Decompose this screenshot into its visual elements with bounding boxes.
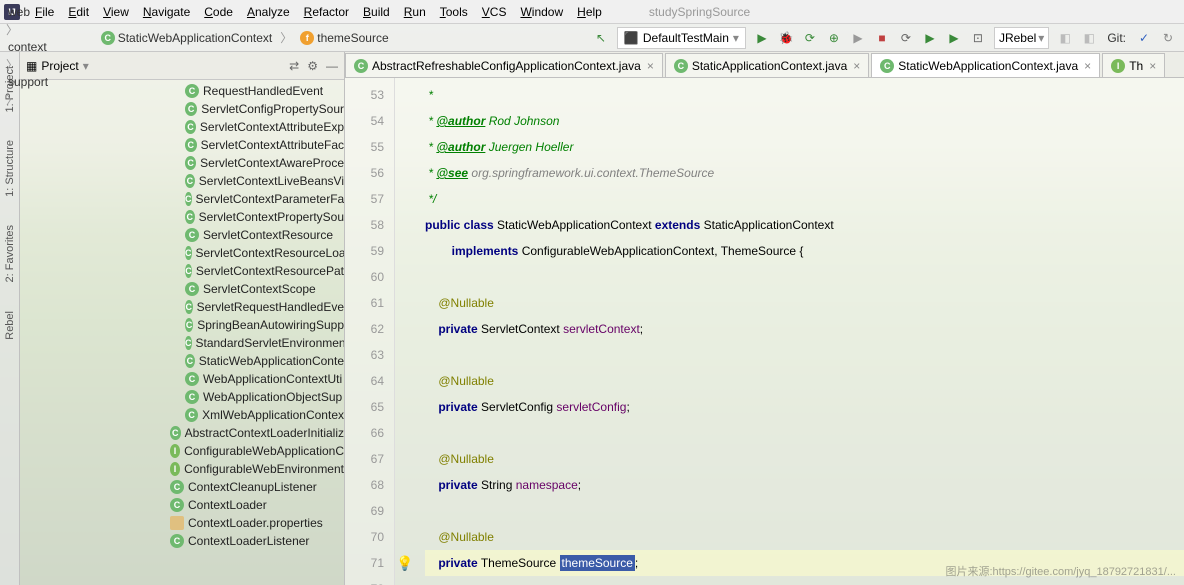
jr4-icon[interactable]: ⊡: [967, 27, 989, 49]
attach-icon[interactable]: ▶: [847, 27, 869, 49]
tree-item[interactable]: CStandardServletEnvironmen: [20, 334, 344, 352]
git-label: Git:: [1107, 31, 1126, 45]
editor: CAbstractRefreshableConfigApplicationCon…: [345, 52, 1184, 585]
breadcrumb-item[interactable]: web: [4, 3, 95, 21]
tree-item[interactable]: CContextLoader: [20, 496, 344, 514]
code-content[interactable]: * * @author Rod Johnson * @author Juerge…: [415, 78, 1184, 585]
breadcrumb-field[interactable]: fthemeSource: [296, 29, 392, 47]
toolbar: pringframework〉web〉context〉support〉 CSta…: [0, 24, 1184, 52]
breadcrumb-item[interactable]: support: [4, 73, 95, 91]
tree-item[interactable]: CServletContextAttributeFac: [20, 136, 344, 154]
editor-tab[interactable]: CStaticWebApplicationContext.java×: [871, 53, 1100, 77]
breadcrumb: pringframework〉web〉context〉support〉 CSta…: [4, 0, 393, 108]
breadcrumb-class[interactable]: CStaticWebApplicationContext: [97, 29, 277, 47]
git-commit-icon[interactable]: ↻: [1157, 27, 1179, 49]
close-icon[interactable]: ×: [853, 59, 860, 73]
tree-item[interactable]: CServletContextScope: [20, 280, 344, 298]
menu-tools[interactable]: Tools: [433, 3, 475, 21]
stop-icon[interactable]: ■: [871, 27, 893, 49]
tree-item[interactable]: CServletContextAwareProce: [20, 154, 344, 172]
back-icon[interactable]: ↖: [590, 27, 612, 49]
menu-window[interactable]: Window: [513, 3, 570, 21]
tool-tab[interactable]: 2: Favorites: [2, 221, 18, 286]
project-tree[interactable]: CRequestHandledEventCServletConfigProper…: [20, 80, 344, 585]
tree-item[interactable]: CServletContextPropertySou: [20, 208, 344, 226]
project-sidebar: ▦ Project ▾ ⇄ ⚙ — CRequestHandledEventCS…: [20, 52, 345, 585]
menu-vcs[interactable]: VCS: [475, 3, 514, 21]
tree-item[interactable]: IConfigurableWebEnvironment: [20, 460, 344, 478]
debug-icon[interactable]: 🐞: [775, 27, 797, 49]
jr6-icon[interactable]: ◧: [1078, 27, 1100, 49]
tree-item[interactable]: CContextCleanupListener: [20, 478, 344, 496]
tree-item[interactable]: CStaticWebApplicationConte: [20, 352, 344, 370]
tree-item[interactable]: CServletContextLiveBeansVi: [20, 172, 344, 190]
editor-tab[interactable]: CStaticApplicationContext.java×: [665, 53, 869, 77]
tree-item[interactable]: CWebApplicationContextUti: [20, 370, 344, 388]
left-tool-tabs: 1: Project1: Structure2: FavoritesRebel: [0, 52, 20, 585]
tree-item[interactable]: CServletContextParameterFa: [20, 190, 344, 208]
tree-item[interactable]: CServletRequestHandledEve: [20, 298, 344, 316]
menu-run[interactable]: Run: [397, 3, 433, 21]
tree-item[interactable]: CServletContextAttributeExp: [20, 118, 344, 136]
tree-item[interactable]: ContextLoader.properties: [20, 514, 344, 532]
tool-tab[interactable]: 1: Structure: [2, 136, 18, 201]
menu-help[interactable]: Help: [570, 3, 609, 21]
tree-item[interactable]: CWebApplicationObjectSup: [20, 388, 344, 406]
run-config-selector[interactable]: ⬛DefaultTestMain▾: [617, 27, 746, 49]
tree-item[interactable]: CXmlWebApplicationContex: [20, 406, 344, 424]
jr3-icon[interactable]: ▶: [943, 27, 965, 49]
watermark: 图片来源:https://gitee.com/jyq_18792721831/.…: [945, 563, 1176, 579]
tree-item[interactable]: CSpringBeanAutowiringSupp: [20, 316, 344, 334]
git-update-icon[interactable]: ✓: [1133, 27, 1155, 49]
editor-tabs: CAbstractRefreshableConfigApplicationCon…: [345, 52, 1184, 78]
close-icon[interactable]: ×: [1084, 59, 1091, 73]
editor-tab[interactable]: CAbstractRefreshableConfigApplicationCon…: [345, 53, 663, 77]
tree-item[interactable]: CAbstractContextLoaderInitializ: [20, 424, 344, 442]
tree-item[interactable]: CServletContextResourcePat: [20, 262, 344, 280]
tool-tab[interactable]: Rebel: [2, 307, 18, 344]
profile-icon[interactable]: ⊕: [823, 27, 845, 49]
editor-tab[interactable]: ITh×: [1102, 53, 1165, 77]
project-name: studySpringSource: [649, 5, 750, 19]
jr2-icon[interactable]: ▶: [919, 27, 941, 49]
breadcrumb-item[interactable]: context: [4, 38, 95, 56]
line-gutter[interactable]: 5354555657585960616263646566676869707172: [345, 78, 395, 585]
close-icon[interactable]: ×: [647, 59, 654, 73]
tree-item[interactable]: CContextLoaderListener: [20, 532, 344, 550]
close-icon[interactable]: ×: [1149, 59, 1156, 73]
jr5-icon[interactable]: ◧: [1054, 27, 1076, 49]
tree-item[interactable]: CServletContextResourceLoa: [20, 244, 344, 262]
jrebel-selector[interactable]: JRebel▾: [994, 27, 1049, 49]
jr1-icon[interactable]: ⟳: [895, 27, 917, 49]
coverage-icon[interactable]: ⟳: [799, 27, 821, 49]
run-icon[interactable]: ▶: [751, 27, 773, 49]
icon-gutter: 💡: [395, 78, 415, 585]
bulb-icon[interactable]: 💡: [396, 555, 413, 572]
tree-item[interactable]: CServletContextResource: [20, 226, 344, 244]
tree-item[interactable]: IConfigurableWebApplicationC: [20, 442, 344, 460]
